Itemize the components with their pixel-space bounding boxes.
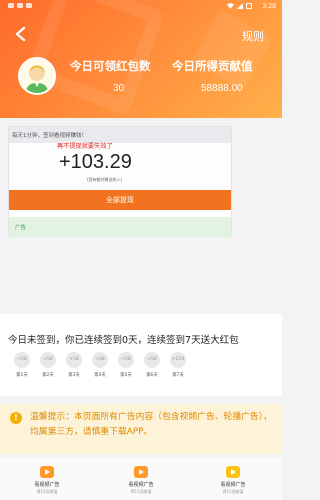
today-redpacket-value: 30 — [113, 83, 125, 94]
notification-icon — [8, 3, 14, 8]
sign-in-day[interactable]: +58 第6天 — [142, 352, 162, 378]
day-reward: +218 — [170, 352, 186, 368]
watch-video-ad-button[interactable]: 看视频广告 得15贡献值 — [106, 466, 176, 495]
ad-amount: +103.29 — [59, 151, 132, 173]
day-label: 第5天 — [120, 373, 132, 378]
nav-label: 看视频广告 — [220, 482, 246, 488]
status-bar: 3:28 — [0, 0, 282, 16]
battery-icon — [246, 3, 252, 9]
day-reward: +58 — [66, 352, 82, 368]
warm-tip: ! 温馨提示：本页面所有广告内容（包含视频广告、轮播广告），均属第三方，请慎重下… — [0, 404, 282, 454]
sign-in-title: 今日未签到，你已连续签到0天，连续签到7天送大红包 — [8, 335, 239, 346]
sign-in-day[interactable]: +58 第4天 — [90, 352, 110, 378]
today-redpacket-label: 今日可领红包数 — [70, 61, 151, 73]
today-contribution-value: 58888.00 — [201, 83, 243, 94]
ad-amount-note: (您有额外赠送收入) — [87, 177, 123, 182]
ad-card[interactable]: 每天1分钟，签到看视频赚钱！ 再不提现就要失效了 +103.29 (您有额外赠送… — [8, 126, 232, 237]
day-reward: +58 — [92, 352, 108, 368]
day-label: 第6天 — [146, 373, 158, 378]
avatar[interactable] — [18, 57, 56, 95]
sign-in-day[interactable]: +58 第5天 — [116, 352, 136, 378]
status-time: 3:28 — [262, 3, 276, 10]
day-label: 第4天 — [94, 373, 106, 378]
sign-in-card: 今日未签到，你已连续签到0天，连续签到7天送大红包 +58 第1天 +58 第2… — [0, 314, 282, 396]
nav-label: 看视频广告 — [34, 482, 60, 488]
bottom-nav: 看视频广告 得15贡献值 看视频广告 得15贡献值 看视频广告 得15贡献值 — [0, 458, 282, 500]
sign-in-day[interactable]: +58 第3天 — [64, 352, 84, 378]
info-icon: ! — [10, 412, 22, 424]
nav-sub: 得15贡献值 — [36, 489, 58, 494]
ad-warning-text: 再不提现就要失效了 — [57, 143, 113, 150]
day-label: 第7天 — [172, 373, 184, 378]
withdraw-all-button[interactable]: 全部提现 — [9, 190, 231, 210]
day-label: 第3天 — [68, 373, 80, 378]
header-decoration — [191, 9, 273, 91]
day-reward: +58 — [144, 352, 160, 368]
notification-icon — [26, 3, 32, 8]
video-icon — [134, 466, 148, 478]
sign-in-day[interactable]: +58 第1天 — [12, 352, 32, 378]
nav-sub: 得15贡献值 — [130, 489, 152, 494]
ad-banner: 每天1分钟，签到看视频赚钱！ 再不提现就要失效了 +103.29 (您有额外赠送… — [9, 127, 231, 187]
watch-video-ad-button[interactable]: 看视频广告 得15贡献值 — [198, 466, 268, 495]
today-contribution-label: 今日所得贡献值 — [172, 61, 253, 73]
system-icons — [227, 3, 252, 9]
ad-footer: 广告 — [9, 217, 231, 237]
notification-icons — [8, 3, 32, 8]
watch-video-ad-button[interactable]: 看视频广告 得15贡献值 — [12, 466, 82, 495]
day-label: 第2天 — [42, 373, 54, 378]
warm-tip-text: 温馨提示：本页面所有广告内容（包含视频广告、轮播广告），均属第三方，请慎重下载A… — [30, 412, 272, 437]
rules-link[interactable]: 规则 — [242, 28, 264, 44]
ad-label: 广告 — [15, 225, 27, 231]
nav-label: 看视频广告 — [128, 482, 154, 488]
video-icon — [40, 466, 54, 478]
avatar-icon — [20, 59, 54, 93]
wifi-icon — [227, 3, 234, 9]
day-reward: +58 — [14, 352, 30, 368]
nav-sub: 得15贡献值 — [222, 489, 244, 494]
header: 3:28 规则 今日可领红包数 30 今日所得贡献值 58888.00 — [0, 0, 282, 118]
ad-tip-text: 每天1分钟，签到看视频赚钱！ — [12, 133, 88, 139]
day-reward: +58 — [40, 352, 56, 368]
video-icon — [226, 466, 240, 478]
day-reward: +58 — [118, 352, 134, 368]
day-label: 第1天 — [16, 373, 28, 378]
sign-in-day[interactable]: +58 第2天 — [38, 352, 58, 378]
back-arrow-icon[interactable] — [14, 27, 28, 41]
sign-in-day[interactable]: +218 第7天 — [168, 352, 188, 378]
signal-icon — [237, 3, 243, 9]
notification-icon — [17, 3, 23, 8]
